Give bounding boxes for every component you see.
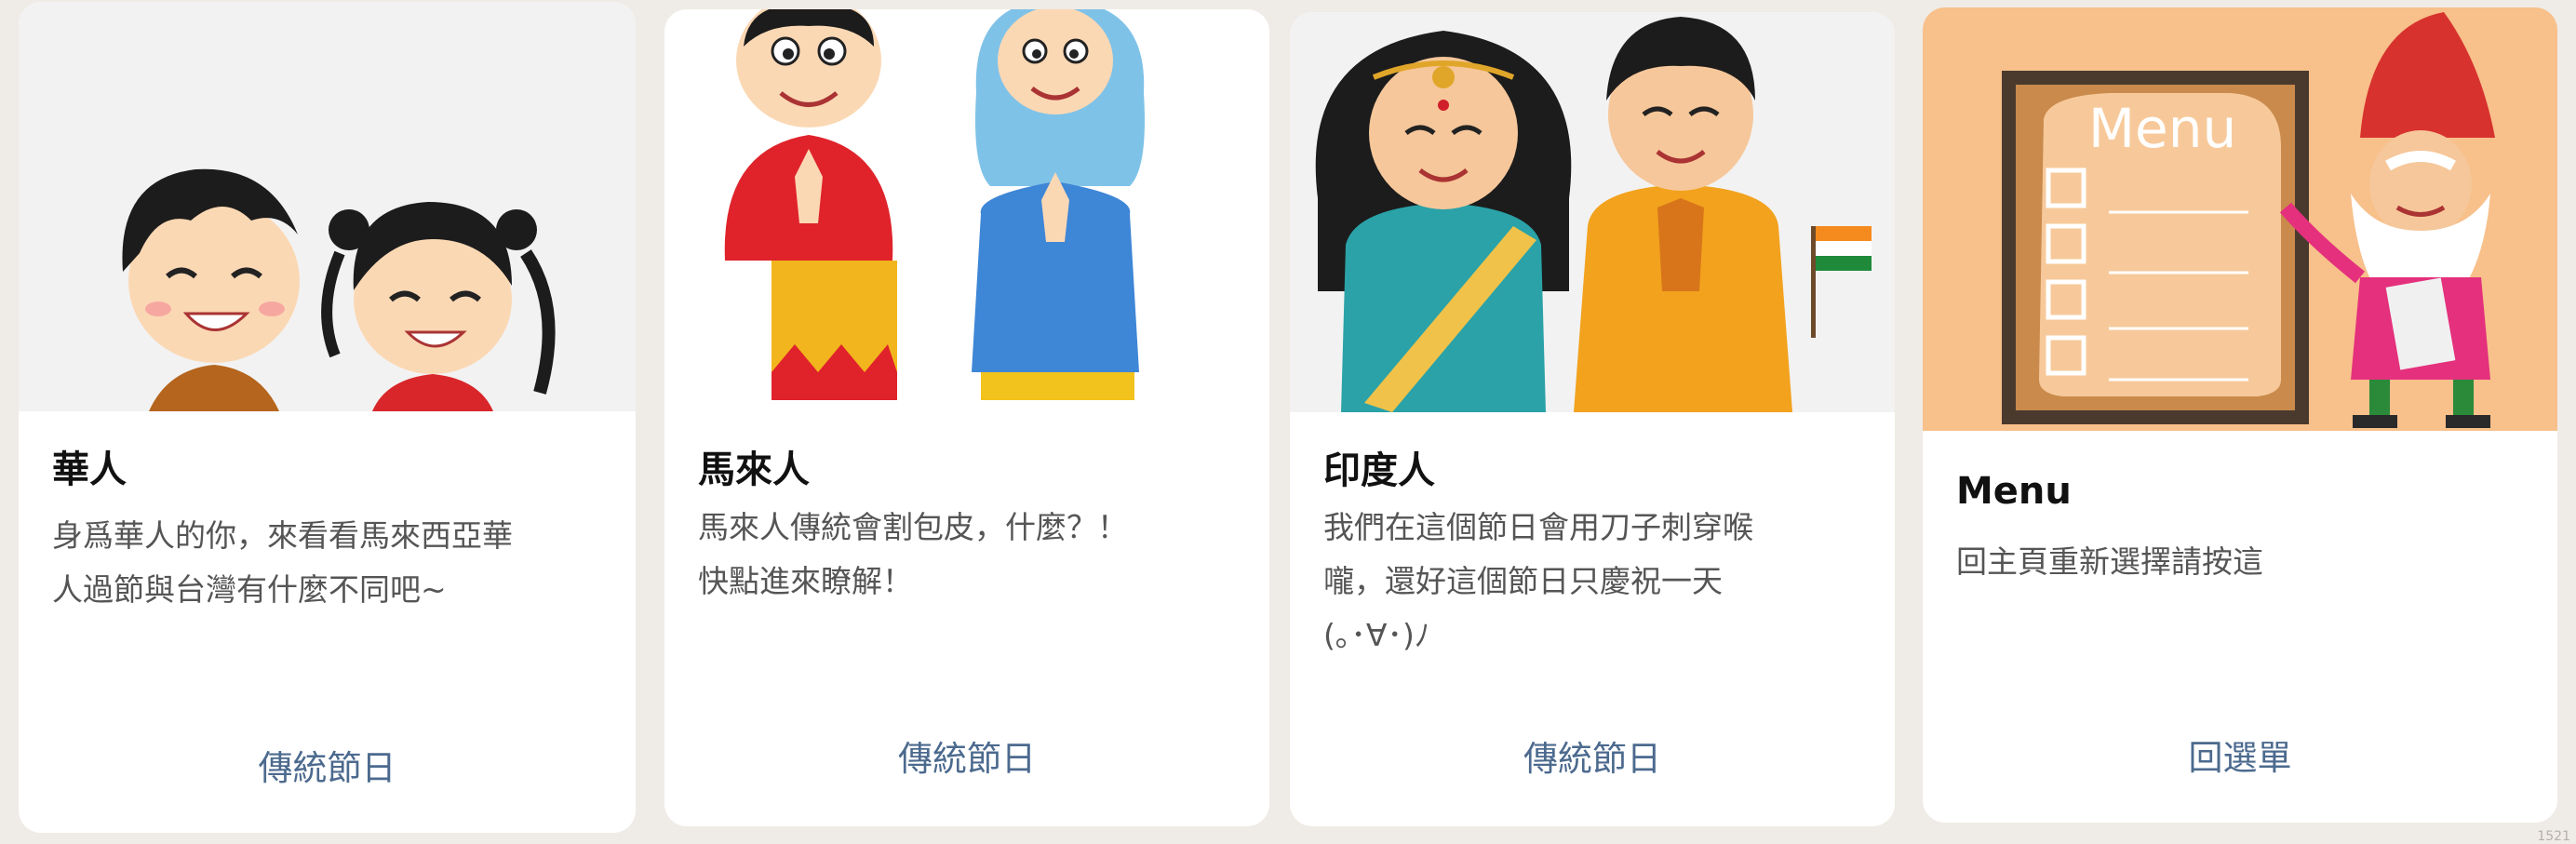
card-description: 回主頁重新選擇請按這 — [1956, 543, 2263, 580]
indian-couple-image — [1290, 12, 1895, 412]
chinese-children-image — [19, 2, 636, 411]
card-description: 身爲華人的你，來看看馬來西亞華 人過節與台灣有什麼不同吧~ — [52, 517, 513, 608]
card-title: Menu — [1956, 470, 2072, 513]
card-malay: 馬來人 馬來人傳統會割包皮，什麼？！ 快點進來瞭解！ 傳統節日 — [664, 9, 1269, 826]
card-description: 我們在這個節日會用刀子刺穿喉 嚨，還好這個節日只慶祝一天 (｡･∀･)ﾉ — [1323, 509, 1753, 653]
board-lettering: Menu — [2088, 97, 2236, 160]
corner-watermark: 1521 — [2537, 829, 2570, 844]
traditional-festivals-button[interactable]: 傳統節日 — [1290, 730, 1895, 781]
card-title: 印度人 — [1323, 449, 1435, 492]
card-indian: 印度人 我們在這個節日會用刀子刺穿喉 嚨，還好這個節日只慶祝一天 (｡･∀･)ﾉ… — [1290, 12, 1895, 826]
chef-menu-board-image: Menu — [1923, 7, 2557, 431]
card-title: 馬來人 — [698, 449, 810, 491]
card-chinese: 華人 身爲華人的你，來看看馬來西亞華 人過節與台灣有什麼不同吧~ 傳統節日 — [19, 2, 636, 833]
card-description: 馬來人傳統會割包皮，什麼？！ 快點進來瞭解！ — [698, 509, 1128, 599]
malay-couple-image — [664, 9, 1269, 409]
traditional-festivals-button[interactable]: 傳統節日 — [664, 730, 1269, 781]
card-menu: Menu Menu 回主頁重新選擇請按這 回選單 — [1923, 7, 2557, 823]
traditional-festivals-button[interactable]: 傳統節日 — [19, 740, 636, 790]
card-title: 華人 — [52, 449, 127, 491]
back-to-menu-button[interactable]: 回選單 — [1923, 730, 2557, 780]
